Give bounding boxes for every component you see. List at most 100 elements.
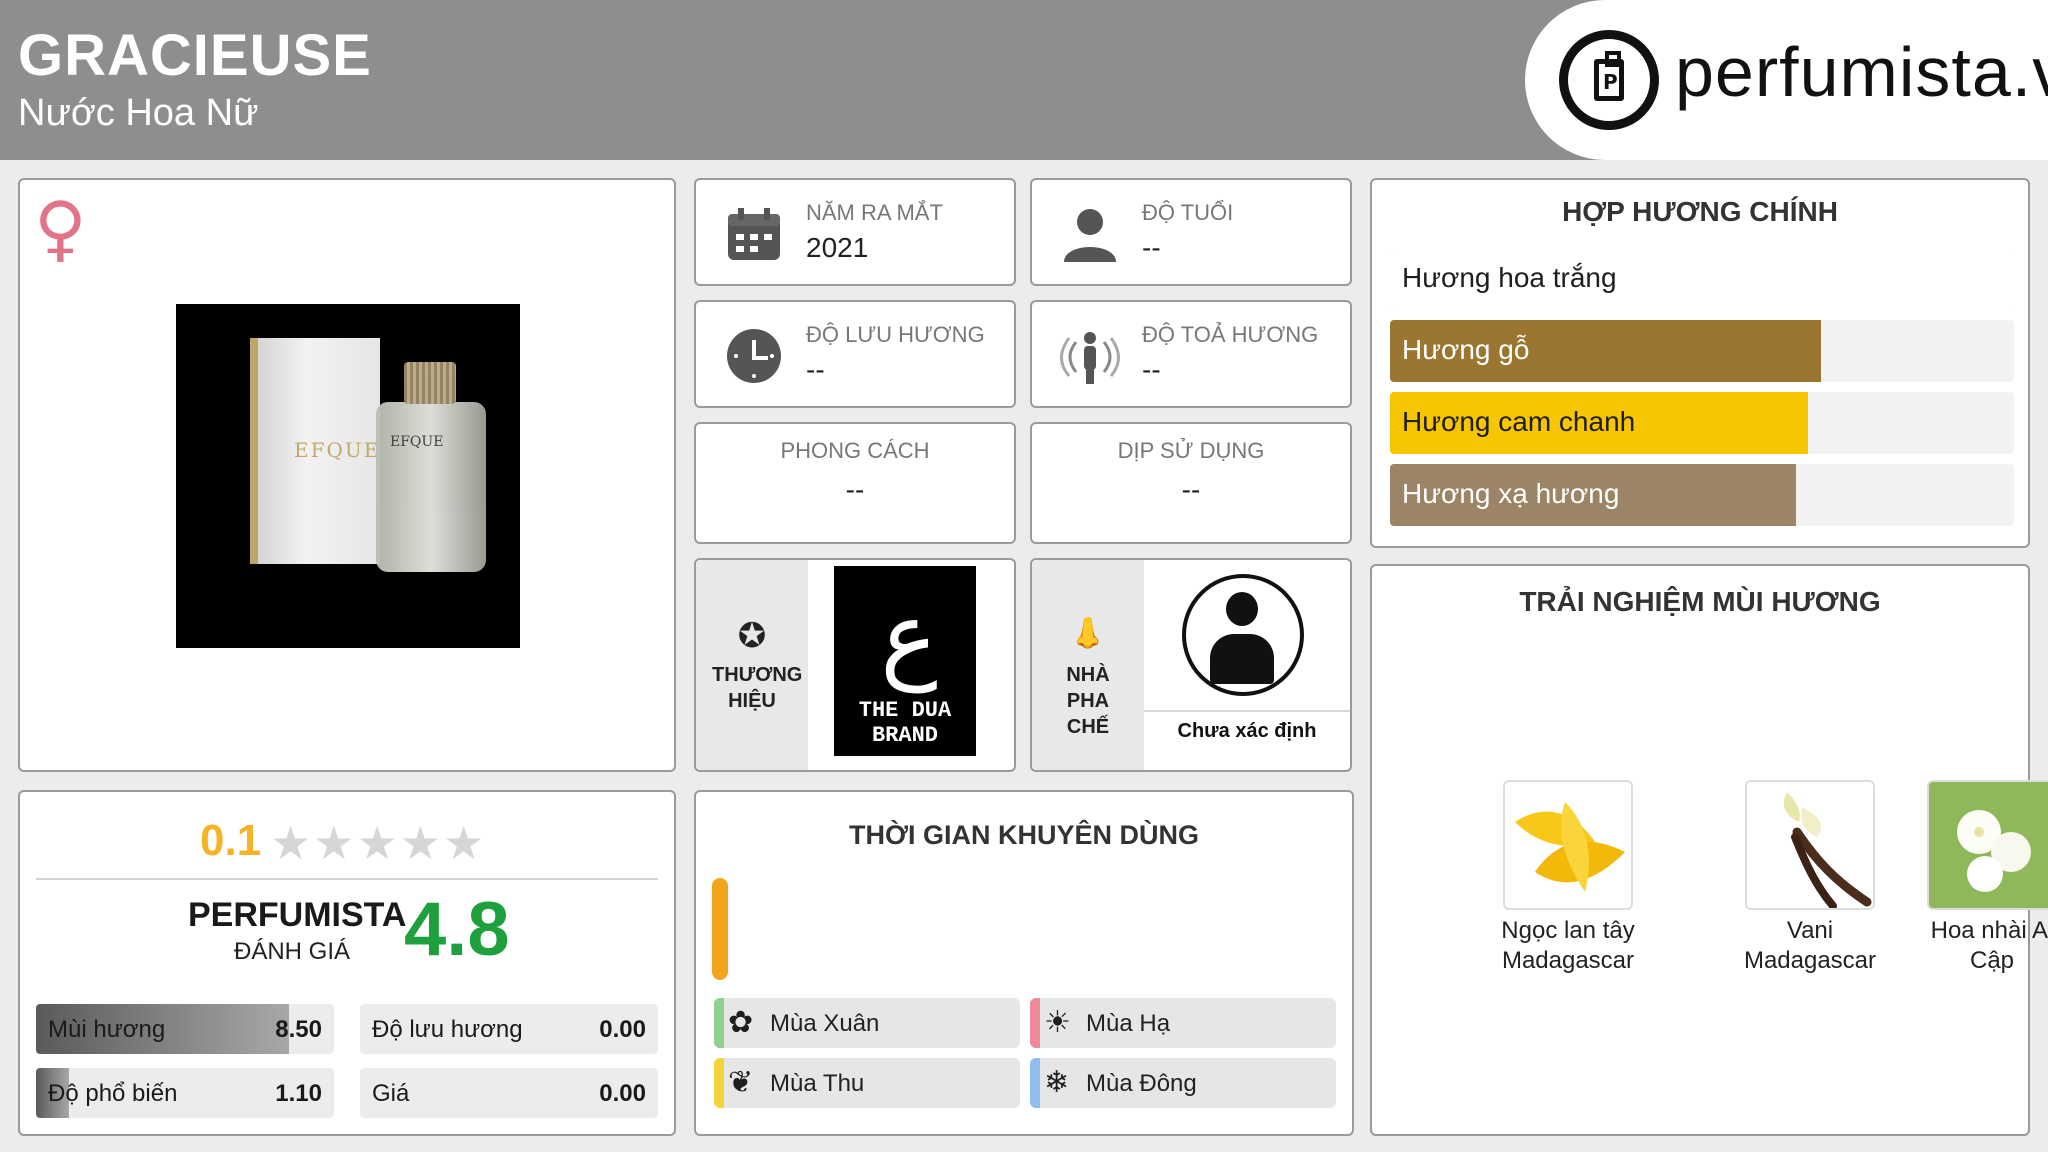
flower-icon: ✿ xyxy=(728,1005,754,1040)
notes-title: TRẢI NGHIỆM MÙI HƯƠNG xyxy=(1519,586,1881,617)
brand-label: THƯƠNG HIỆU xyxy=(712,664,803,712)
longevity-value: -- xyxy=(806,354,825,385)
metric-popularity: Độ phổ biến 1.10 xyxy=(36,1068,334,1118)
style-card: PHONG CÁCH -- xyxy=(694,422,1016,544)
note-name-line: Madagascar xyxy=(1743,947,1877,974)
perfumista-sub: ĐÁNH GIÁ xyxy=(234,938,351,965)
timing-title: THỜI GIAN KHUYÊN DÙNG xyxy=(848,820,1200,850)
season-autumn: ❦ Mùa Thu xyxy=(714,1058,1020,1108)
jasmine-image xyxy=(1927,780,2048,910)
note-name: Vani Madagascar xyxy=(1710,916,1910,976)
day-night-bar xyxy=(712,878,728,980)
sun-icon: ☀ xyxy=(1044,1005,1071,1040)
note-item[interactable]: Ngọc lan tây Madagascar xyxy=(1468,780,1668,976)
product-panel: ♀ EFQUE EFQUE xyxy=(18,178,676,772)
perfume-subtitle: Nước Hoa Nữ xyxy=(18,92,259,134)
metric-value: 0.00 xyxy=(599,1080,646,1107)
female-icon: ♀ xyxy=(34,186,87,270)
nose-icon: 👃 xyxy=(1069,616,1107,651)
accord-name: Hương gỗ xyxy=(1402,334,1530,365)
age-value: -- xyxy=(1142,232,1161,263)
perfume-bottle-logo-icon: P xyxy=(1559,30,1659,130)
star-rating[interactable]: ★★★★★ xyxy=(270,816,486,870)
user-icon xyxy=(1064,209,1116,262)
accord-row: Hương xạ hương xyxy=(1390,464,2014,526)
main-accords-panel: HỢP HƯƠNG CHÍNH Hương hoa trắng Hương gỗ… xyxy=(1370,178,2030,548)
perfumer-name: Chưa xác định xyxy=(1177,720,1317,742)
metric-label: Mùi hương xyxy=(48,1016,166,1043)
perfumer-card[interactable]: 👃 NHÀ PHA CHẾ Chưa xác định xyxy=(1030,558,1352,772)
note-name-line: Hoa nhài Ai xyxy=(1930,917,2048,944)
metric-price: Giá 0.00 xyxy=(360,1068,658,1118)
season-name: Mùa Xuân xyxy=(770,1010,880,1037)
site-name: perfumista.vn xyxy=(1675,33,2048,111)
metric-label: Độ lưu hương xyxy=(372,1016,523,1043)
accord-name: Hương xạ hương xyxy=(1402,478,1620,509)
divider xyxy=(36,878,658,880)
note-name-line: Madagascar xyxy=(1501,947,1635,974)
note-name: Hoa nhài Ai Cập xyxy=(1892,916,2048,976)
longevity-card: ĐỘ LƯU HƯƠNG -- xyxy=(694,300,1016,408)
user-rating-score: 0.1 xyxy=(200,816,262,865)
user-rating: 0.1 ★★★★★ xyxy=(20,812,674,872)
star-icon[interactable]: ★ xyxy=(270,816,313,870)
sillage-value: -- xyxy=(1142,354,1161,385)
release-year-card: NĂM RA MẮT 2021 xyxy=(694,178,1016,286)
header-bar: GRACIEUSE Nước Hoa Nữ P perfumista.vn xyxy=(0,0,2048,160)
accord-row: Hương hoa trắng xyxy=(1390,248,2014,310)
ylang-ylang-image xyxy=(1503,780,1633,910)
note-item[interactable]: Hoa nhài Ai Cập xyxy=(1927,780,2048,976)
star-icon[interactable]: ★ xyxy=(357,816,400,870)
calligraphy-logo-icon: ع xyxy=(880,581,938,693)
release-year-label: NĂM RA MẮT xyxy=(806,200,943,225)
metric-value: 8.50 xyxy=(275,1016,322,1043)
site-logo[interactable]: P perfumista.vn xyxy=(1525,0,2048,160)
release-year-value: 2021 xyxy=(806,232,869,263)
note-name-line: Ngọc lan tây xyxy=(1501,917,1635,944)
perfumer-avatar xyxy=(1182,574,1304,696)
note-name-line: Vani xyxy=(1786,917,1834,944)
age-card: ĐỘ TUỔI -- xyxy=(1030,178,1352,286)
recommended-time-panel: THỜI GIAN KHUYÊN DÙNG ✿ Mùa Xuân ☀ Mùa H… xyxy=(694,790,1354,1136)
leaf-icon: ❦ xyxy=(728,1065,754,1100)
occasion-card: DỊP SỬ DỤNG -- xyxy=(1030,422,1352,544)
style-value: -- xyxy=(845,474,865,505)
accords-title: HỢP HƯƠNG CHÍNH xyxy=(1562,196,1838,227)
season-winter: ❄ Mùa Đông xyxy=(1030,1058,1336,1108)
accord-name: Hương hoa trắng xyxy=(1402,262,1617,293)
season-tab xyxy=(714,998,724,1048)
clock-icon xyxy=(727,329,781,383)
season-name: Mùa Hạ xyxy=(1086,1010,1171,1037)
perfumer-label: NHÀ PHA CHẾ xyxy=(1066,664,1110,738)
accord-row: Hương cam chanh xyxy=(1390,392,2014,454)
accord-name: Hương cam chanh xyxy=(1402,406,1636,437)
metric-label: Giá xyxy=(372,1080,410,1107)
sillage-label: ĐỘ TOẢ HƯƠNG xyxy=(1142,322,1319,347)
perfume-title: GRACIEUSE xyxy=(18,23,372,88)
calendar-icon xyxy=(728,208,780,260)
star-icon[interactable]: ★ xyxy=(313,816,356,870)
divider xyxy=(1144,710,1350,712)
radiating-person-icon xyxy=(1060,332,1120,384)
season-tab xyxy=(714,1058,724,1108)
perfumista-label: PERFUMISTA xyxy=(188,896,407,934)
metric-value: 1.10 xyxy=(275,1080,322,1107)
style-label: PHONG CÁCH xyxy=(780,438,930,463)
scent-experience-panel: TRẢI NGHIỆM MÙI HƯƠNG Ngọc lan tây Madaga… xyxy=(1370,564,2048,1136)
note-name-line: Cập xyxy=(1969,947,2015,974)
note-name: Ngọc lan tây Madagascar xyxy=(1468,916,1668,976)
star-icon[interactable]: ★ xyxy=(400,816,443,870)
accord-row: Hương gỗ xyxy=(1390,320,2014,382)
brand-logo[interactable]: ع THE DUA BRAND xyxy=(830,562,980,760)
note-item[interactable]: Vani Madagascar xyxy=(1710,780,1910,976)
snowflake-icon: ❄ xyxy=(1044,1065,1070,1100)
season-name: Mùa Đông xyxy=(1086,1070,1197,1097)
product-image: EFQUE EFQUE xyxy=(176,304,520,648)
perfumista-score: 4.8 xyxy=(404,887,510,972)
brand-card[interactable]: ✪ THƯƠNG HIỆU ع THE DUA BRAND xyxy=(694,558,1016,772)
season-spring: ✿ Mùa Xuân xyxy=(714,998,1020,1048)
star-badge-icon: ✪ xyxy=(737,616,767,656)
perfumer-side: 👃 NHÀ PHA CHẾ xyxy=(1032,560,1144,770)
occasion-value: -- xyxy=(1181,474,1201,505)
star-icon[interactable]: ★ xyxy=(443,816,486,870)
